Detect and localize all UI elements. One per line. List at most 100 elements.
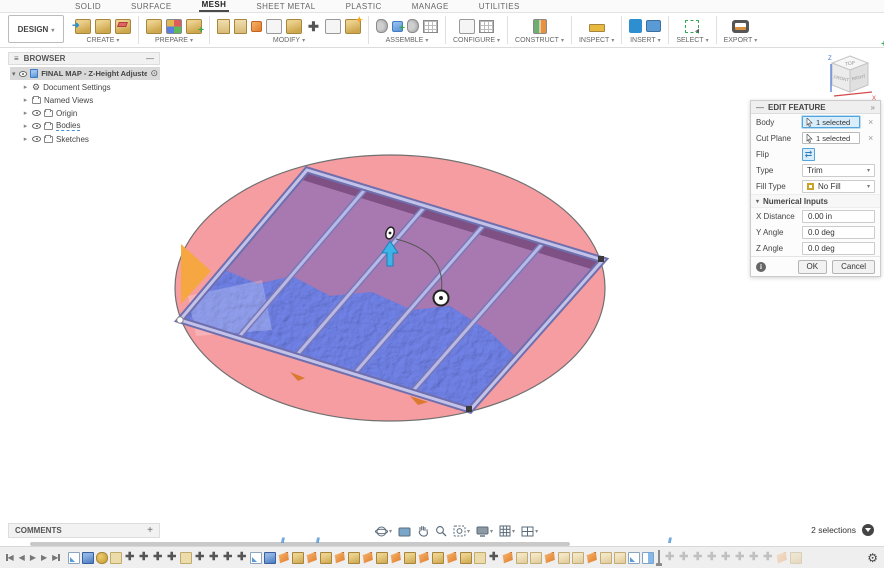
- tab-plastic[interactable]: PLASTIC: [343, 0, 385, 12]
- timeline-feature-cube2-icon[interactable]: [600, 552, 612, 564]
- step-forward-button[interactable]: ▶: [41, 553, 47, 562]
- timeline-feature-cut-icon[interactable]: [586, 552, 598, 564]
- look-at-icon[interactable]: [398, 526, 411, 537]
- timeline-feature-cut-icon[interactable]: [502, 552, 514, 564]
- cut-plane-selection-button[interactable]: 1 selected: [802, 132, 860, 144]
- timeline-feature-section-icon[interactable]: [642, 552, 654, 564]
- timeline-feature-cube2-icon[interactable]: [530, 552, 542, 564]
- chevron-right-icon[interactable]: ▸: [22, 83, 29, 91]
- body-selection-button[interactable]: 1 selected: [802, 116, 860, 128]
- timeline-feature-move-icon[interactable]: [748, 552, 760, 564]
- tab-solid[interactable]: SOLID: [72, 0, 104, 12]
- timeline-feature-move-icon[interactable]: [208, 552, 220, 564]
- remesh-icon[interactable]: +: [186, 19, 202, 34]
- timeline-feature-cube2-icon[interactable]: [614, 552, 626, 564]
- timeline-feature-cube-icon[interactable]: [404, 552, 416, 564]
- timeline-feature-cube-icon[interactable]: [790, 552, 802, 564]
- browser-header[interactable]: ≡ BROWSER —: [8, 52, 160, 65]
- timeline-feature-cube-icon[interactable]: [348, 552, 360, 564]
- timeline-feature-cut-icon[interactable]: [446, 552, 458, 564]
- direct-edit-icon[interactable]: ✦: [345, 19, 361, 34]
- timeline-feature-cube-icon[interactable]: [376, 552, 388, 564]
- rigid-group-icon[interactable]: [423, 20, 438, 33]
- tab-surface[interactable]: SURFACE: [128, 0, 175, 12]
- browser-root-component[interactable]: ▾ FINAL MAP - Z-Height Adjustec... ⊙: [10, 67, 160, 80]
- timeline-feature-body-icon[interactable]: [264, 552, 276, 564]
- timeline-settings-gear-icon[interactable]: ⚙: [861, 551, 884, 565]
- timeline-feature-move-icon[interactable]: [762, 552, 774, 564]
- prepare-group-label[interactable]: PREPARE: [155, 37, 193, 44]
- x-distance-input[interactable]: 0.00 in: [802, 210, 875, 223]
- type-dropdown[interactable]: Trim ▾: [802, 164, 875, 177]
- export-icon[interactable]: [732, 20, 749, 33]
- timeline-feature-form-icon[interactable]: [96, 552, 108, 564]
- inspect-group-label[interactable]: INSPECT: [579, 37, 614, 44]
- pan-icon[interactable]: [417, 525, 429, 537]
- modify-group-label[interactable]: MODIFY: [273, 37, 305, 44]
- timeline-feature-move-icon[interactable]: [194, 552, 206, 564]
- configure-group-label[interactable]: CONFIGURE: [453, 37, 500, 44]
- grid-icon[interactable]: ▾: [499, 525, 515, 537]
- browser-item-sketches[interactable]: ▸ Sketches: [10, 133, 160, 145]
- timeline-playhead[interactable]: [658, 550, 660, 566]
- timeline-feature-move-icon[interactable]: [152, 552, 164, 564]
- zoom-icon[interactable]: [435, 525, 447, 537]
- timeline-feature-cut-icon[interactable]: [776, 552, 788, 564]
- timeline-feature-move-icon[interactable]: [166, 552, 178, 564]
- timeline-feature-move-icon[interactable]: [706, 552, 718, 564]
- display-settings-icon[interactable]: ▾: [476, 526, 493, 537]
- browser-item-document-settings[interactable]: ▸ ⚙ Document Settings: [10, 81, 160, 93]
- chevron-right-icon[interactable]: ▸: [22, 109, 29, 117]
- comments-panel[interactable]: COMMENTS +: [8, 523, 160, 538]
- canvas-icon[interactable]: [646, 20, 661, 32]
- go-to-end-button[interactable]: ▶: [52, 553, 60, 562]
- tab-utilities[interactable]: UTILITIES: [476, 0, 523, 12]
- timeline-feature-move-icon[interactable]: [692, 552, 704, 564]
- create-mesh-section-icon[interactable]: [115, 19, 131, 34]
- timeline-feature-move-icon[interactable]: [138, 552, 150, 564]
- timeline-feature-move-icon[interactable]: [664, 552, 676, 564]
- select-group-label[interactable]: SELECT: [676, 37, 708, 44]
- orbit-icon[interactable]: ▾: [375, 525, 392, 538]
- timeline-feature-cube-icon[interactable]: [460, 552, 472, 564]
- configure-icon[interactable]: [459, 19, 475, 34]
- timeline-feature-move-icon[interactable]: [734, 552, 746, 564]
- timeline-feature-plane-icon[interactable]: [180, 552, 192, 564]
- construct-plane-icon[interactable]: [533, 19, 547, 34]
- timeline-feature-cut-icon[interactable]: [418, 552, 430, 564]
- timeline-feature-cube2-icon[interactable]: [558, 552, 570, 564]
- generate-face-groups-icon[interactable]: [166, 19, 182, 34]
- timeline-feature-plane-icon[interactable]: [474, 552, 486, 564]
- browser-item-named-views[interactable]: ▸ Named Views: [10, 94, 160, 106]
- play-button[interactable]: ▶: [30, 553, 36, 562]
- timeline-feature-cut-icon[interactable]: [306, 552, 318, 564]
- insert-mesh-icon[interactable]: ➜: [75, 19, 91, 34]
- cancel-button[interactable]: Cancel: [832, 260, 875, 274]
- create-base-feature-icon[interactable]: [95, 19, 111, 34]
- chevron-right-icon[interactable]: ▸: [22, 96, 29, 104]
- timeline-feature-plane-icon[interactable]: [110, 552, 122, 564]
- timeline-feature-move-icon[interactable]: [720, 552, 732, 564]
- fit-icon[interactable]: ▾: [453, 525, 470, 537]
- measure-icon[interactable]: [589, 24, 605, 32]
- timeline-feature-cube-icon[interactable]: [432, 552, 444, 564]
- design-menu-button[interactable]: DESIGN: [8, 15, 64, 43]
- timeline-feature-cube2-icon[interactable]: [572, 552, 584, 564]
- info-icon[interactable]: i: [756, 262, 766, 272]
- chevron-right-icon[interactable]: ▸: [22, 122, 29, 130]
- export-group-label[interactable]: EXPORT: [724, 37, 758, 44]
- z-angle-input[interactable]: 0.0 deg: [802, 242, 875, 255]
- ok-button[interactable]: OK: [798, 260, 828, 274]
- step-back-button[interactable]: ◀: [19, 553, 25, 562]
- timeline-feature-cut-icon[interactable]: [362, 552, 374, 564]
- visibility-eye-icon[interactable]: [32, 110, 41, 116]
- browser-item-bodies[interactable]: ▸ Bodies: [10, 120, 160, 132]
- selection-filter-icon[interactable]: [862, 524, 874, 536]
- insert-group-label[interactable]: INSERT: [630, 37, 661, 44]
- visibility-eye-icon[interactable]: [19, 71, 27, 77]
- visibility-eye-icon[interactable]: [32, 123, 41, 129]
- chevron-right-icon[interactable]: ▸: [22, 135, 29, 143]
- timeline-feature-move-icon[interactable]: [124, 552, 136, 564]
- dialog-header[interactable]: — EDIT FEATURE »: [751, 101, 880, 114]
- view-cube[interactable]: Z X TOP FRONT RIGHT: [822, 50, 878, 106]
